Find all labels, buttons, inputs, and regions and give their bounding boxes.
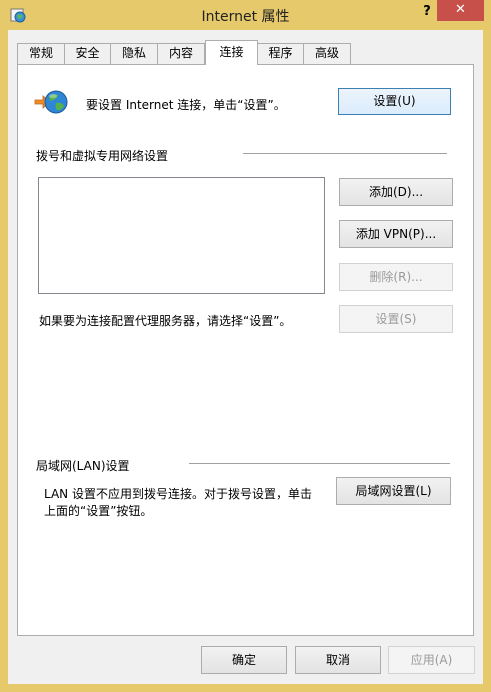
setup-button[interactable]: 设置(U): [338, 88, 451, 115]
lan-description-line1: LAN 设置不应用到拨号连接。对于拨号设置，单击: [44, 487, 312, 501]
dialup-divider: [243, 153, 447, 154]
proxy-text: 如果要为连接配置代理服务器，请选择“设置”。: [39, 314, 292, 328]
globe-network-icon: [34, 88, 68, 116]
cancel-button[interactable]: 取消: [295, 646, 381, 674]
tab-content[interactable]: 内容: [157, 43, 205, 64]
dialup-heading: 拨号和虚拟专用网络设置: [36, 149, 169, 163]
add-vpn-button[interactable]: 添加 VPN(P)...: [339, 220, 453, 248]
lan-description-line2: 上面的“设置”按钮。: [44, 504, 153, 518]
tab-advanced[interactable]: 高级: [303, 43, 351, 64]
tab-connections[interactable]: 连接: [205, 40, 258, 65]
close-button[interactable]: ✕: [437, 0, 484, 21]
connection-list[interactable]: [38, 177, 325, 294]
apply-button[interactable]: 应用(A): [388, 646, 475, 674]
lan-heading: 局域网(LAN)设置: [36, 459, 130, 473]
setup-description: 要设置 Internet 连接，单击“设置”。: [86, 98, 286, 112]
lan-settings-button[interactable]: 局域网设置(L): [336, 477, 451, 505]
tab-privacy[interactable]: 隐私: [110, 43, 158, 64]
delete-button[interactable]: 删除(R)...: [339, 263, 453, 291]
add-button[interactable]: 添加(D)...: [339, 178, 453, 206]
tab-security[interactable]: 安全: [64, 43, 111, 64]
dialup-settings-button[interactable]: 设置(S): [339, 305, 453, 333]
lan-divider: [189, 463, 450, 464]
tab-general[interactable]: 常规: [17, 43, 65, 64]
help-button[interactable]: ?: [416, 2, 438, 22]
tab-programs[interactable]: 程序: [257, 43, 304, 64]
ok-button[interactable]: 确定: [201, 646, 287, 674]
